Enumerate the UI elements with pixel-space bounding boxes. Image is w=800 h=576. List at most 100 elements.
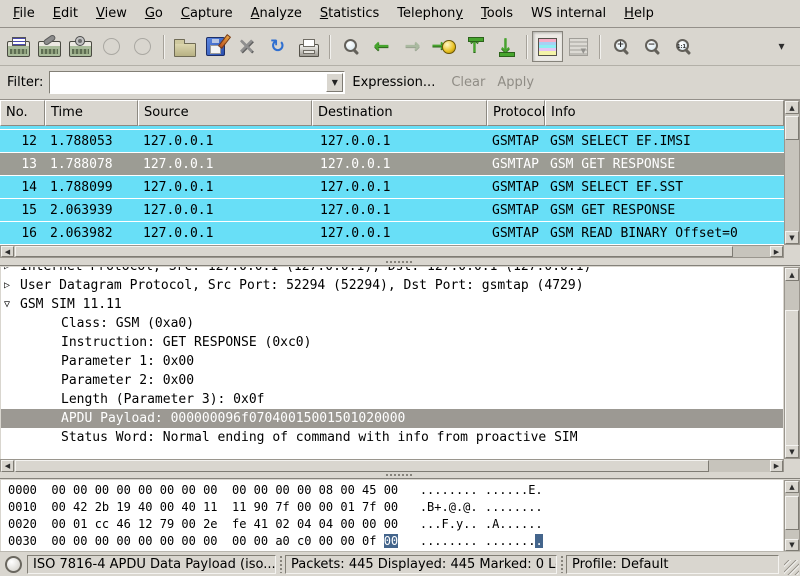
packet-row-selected[interactable]: 131.788078127.0.0.1127.0.0.1GSMTAPGSM GE… (0, 153, 784, 176)
menu-statistics[interactable]: Statistics (311, 2, 388, 25)
go-to-packet-button[interactable]: → (428, 31, 459, 62)
toolbar-separator (599, 35, 600, 59)
filter-input[interactable] (52, 73, 325, 92)
scrollbar-thumb[interactable] (785, 310, 799, 446)
open-capture-button[interactable] (169, 31, 200, 62)
tree-row[interactable]: Length (Parameter 3): 0x0f (1, 390, 783, 409)
scroll-right-button[interactable]: ▶ (770, 246, 783, 257)
scroll-down-button[interactable]: ▼ (785, 539, 799, 551)
menu-file[interactable]: File (4, 2, 44, 25)
packet-list-vscrollbar[interactable]: ▲ ▼ (784, 100, 800, 245)
packet-row[interactable]: 121.788053127.0.0.1127.0.0.1GSMTAPGSM SE… (0, 130, 784, 153)
go-to-top-button[interactable]: ↑ (459, 31, 490, 62)
tree-row[interactable]: Parameter 1: 0x00 (1, 352, 783, 371)
packet-list-hscrollbar[interactable]: ◀ ▶ (0, 245, 784, 258)
hex-row[interactable]: 0030 00 00 00 00 00 00 00 00 00 00 a0 c0… (8, 533, 783, 550)
packet-row[interactable]: 162.063982127.0.0.1127.0.0.1GSMTAPGSM RE… (0, 222, 784, 245)
hex-dump[interactable]: 0000 00 00 00 00 00 00 00 00 00 00 00 00… (1, 480, 783, 552)
scroll-right-button[interactable]: ▶ (770, 460, 783, 472)
resize-grip[interactable] (784, 560, 799, 575)
tree-row[interactable]: Class: GSM (0xa0) (1, 314, 783, 333)
capture-options-button[interactable] (34, 31, 65, 62)
tree-row[interactable]: Status Word: Normal ending of command wi… (1, 428, 783, 447)
packet-destination: 127.0.0.1 (312, 226, 487, 241)
pane-splitter[interactable] (0, 258, 800, 265)
colorize-button[interactable] (532, 31, 563, 62)
zoom-in-icon: + (612, 38, 629, 55)
menu-edit[interactable]: Edit (44, 2, 87, 25)
menu-analyze[interactable]: Analyze (242, 2, 311, 25)
packet-no: 15 (0, 203, 45, 218)
packet-protocol: GSMTAP (487, 203, 545, 218)
menu-go[interactable]: Go (136, 2, 172, 25)
reload-capture-button[interactable]: ↻ (262, 31, 293, 62)
packet-info: GSM SELECT EF.SST (545, 180, 784, 195)
hex-row[interactable]: 0020 00 01 cc 46 12 79 00 2e fe 41 02 04… (8, 516, 783, 533)
zoom-100-button[interactable]: 1:1 (667, 31, 698, 62)
packet-row[interactable]: 141.788099127.0.0.1127.0.0.1GSMTAPGSM SE… (0, 176, 784, 199)
go-to-bottom-button[interactable]: ↓ (490, 31, 521, 62)
go-back-button[interactable]: ← (366, 31, 397, 62)
expander-icon[interactable]: ▷ (4, 267, 17, 276)
toolbar-overflow-button[interactable]: ▾ (766, 31, 797, 62)
packet-destination: 127.0.0.1 (312, 134, 487, 149)
scroll-up-button[interactable]: ▲ (785, 101, 799, 114)
print-button[interactable] (293, 31, 324, 62)
tree-row[interactable]: ▷Internet Protocol, Src: 127.0.0.1 (127.… (1, 267, 783, 276)
column-header-no[interactable]: No. (0, 100, 45, 126)
menu-view[interactable]: View (87, 2, 136, 25)
scroll-down-button[interactable]: ▼ (785, 445, 799, 458)
filter-button[interactable]: Filter: (7, 75, 43, 90)
scrollbar-thumb[interactable] (15, 246, 733, 257)
scrollbar-thumb[interactable] (785, 116, 799, 140)
details-vscrollbar[interactable]: ▲ ▼ (784, 267, 800, 459)
tree-row[interactable]: ▷User Datagram Protocol, Src Port: 52294… (1, 276, 783, 295)
clear-button: Clear (451, 75, 485, 90)
find-packet-button[interactable] (335, 31, 366, 62)
scrollbar-thumb[interactable] (15, 460, 709, 472)
tree-row[interactable]: Instruction: GET RESPONSE (0xc0) (1, 333, 783, 352)
zoom-out-button[interactable]: − (636, 31, 667, 62)
packet-list-pane: No.TimeSourceDestinationProtocolInfo 111… (0, 100, 800, 258)
capture-start-button[interactable] (65, 31, 96, 62)
menu-telephony[interactable]: Telephony (388, 2, 472, 25)
close-capture-button[interactable]: × (231, 31, 262, 62)
expander-icon[interactable]: ▽ (4, 295, 17, 314)
tree-row-selected[interactable]: APDU Payload: 000000096f0704001500150102… (1, 409, 783, 428)
details-hscrollbar[interactable]: ◀ ▶ (0, 459, 784, 473)
auto-scroll-button (563, 31, 594, 62)
column-header-time[interactable]: Time (45, 100, 138, 126)
column-header-protocol[interactable]: Protocol (487, 100, 545, 126)
scroll-up-button[interactable]: ▲ (785, 268, 799, 281)
status-field-info-text: ISO 7816-4 APDU Data Payload (iso... (33, 557, 276, 572)
menu-capture[interactable]: Capture (172, 2, 242, 25)
list-interfaces-button[interactable] (3, 31, 34, 62)
expander-icon[interactable]: ▷ (4, 276, 17, 295)
zoom-in-button[interactable]: + (605, 31, 636, 62)
menu-ws-internal[interactable]: WS internal (522, 2, 615, 25)
scroll-left-button[interactable]: ◀ (1, 246, 14, 257)
capture-restart-button (127, 31, 158, 62)
filter-dropdown-button[interactable]: ▼ (326, 73, 343, 92)
menu-tools[interactable]: Tools (472, 2, 522, 25)
packet-time: 1.788099 (45, 180, 138, 195)
hex-vscrollbar[interactable]: ▲ ▼ (784, 480, 800, 552)
scrollbar-thumb[interactable] (785, 496, 799, 530)
column-header-info[interactable]: Info (545, 100, 784, 126)
packet-source: 127.0.0.1 (138, 203, 312, 218)
column-header-destination[interactable]: Destination (312, 100, 487, 126)
scroll-left-button[interactable]: ◀ (1, 460, 14, 472)
scroll-down-button[interactable]: ▼ (785, 231, 799, 244)
column-header-source[interactable]: Source (138, 100, 312, 126)
save-capture-button[interactable] (200, 31, 231, 62)
expert-info-indicator[interactable] (5, 556, 22, 573)
hex-row[interactable]: 0000 00 00 00 00 00 00 00 00 00 00 00 00… (8, 482, 783, 499)
tree-row[interactable]: Parameter 2: 0x00 (1, 371, 783, 390)
expression-button[interactable]: Expression... (352, 75, 435, 90)
tree-row[interactable]: ▽GSM SIM 11.11 (1, 295, 783, 314)
packet-row[interactable]: 152.063939127.0.0.1127.0.0.1GSMTAPGSM GE… (0, 199, 784, 222)
packet-destination: 127.0.0.1 (312, 203, 487, 218)
hex-row[interactable]: 0010 00 42 2b 19 40 00 40 11 11 90 7f 00… (8, 499, 783, 516)
menu-help[interactable]: Help (615, 2, 663, 25)
scroll-up-button[interactable]: ▲ (785, 481, 799, 493)
